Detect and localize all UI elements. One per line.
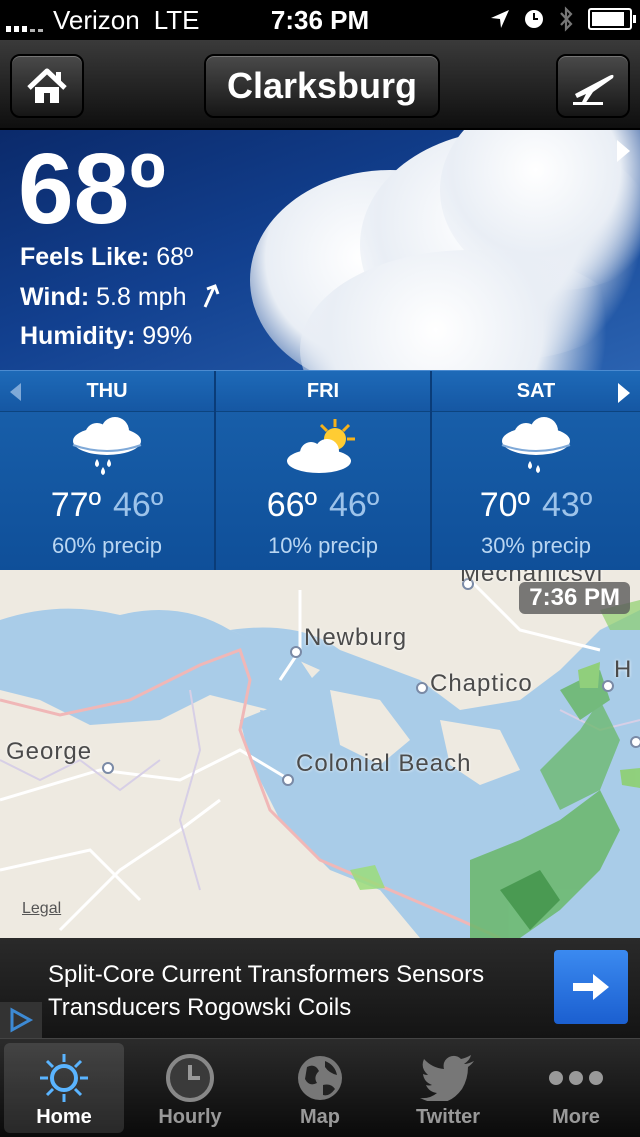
forecast-day-name: SAT	[432, 371, 640, 412]
sun-icon	[40, 1054, 88, 1102]
alarm-icon	[525, 10, 543, 28]
forecast-precip: 10% precip	[267, 533, 379, 558]
rain-cloud-icon	[72, 417, 142, 475]
globe-icon	[298, 1056, 342, 1100]
legal-link[interactable]: Legal	[22, 900, 61, 918]
city-selector-button[interactable]: Clarksburg	[204, 54, 440, 118]
location-icon	[491, 10, 509, 28]
arrow-right-icon	[573, 974, 609, 1000]
forecast-precip: 30% precip	[480, 533, 592, 558]
map-label: Chaptico	[430, 670, 533, 697]
forecast-day-name: FRI	[216, 371, 430, 412]
tab-label: Twitter	[415, 1106, 481, 1128]
tab-home[interactable]: Home	[4, 1043, 124, 1133]
forecast-strip: THU 77º 46º 60% precip FRI 66º 46º 10% pre…	[0, 370, 640, 571]
forecast-precip: 60% precip	[51, 533, 163, 558]
wind-row: Wind: 5.8 mph	[20, 283, 223, 312]
forecast-next-arrow-icon[interactable]	[618, 383, 630, 403]
flight-button[interactable]	[556, 54, 630, 118]
forecast-low: 46º	[329, 486, 380, 524]
humidity-row: Humidity: 99%	[20, 322, 192, 351]
forecast-low: 46º	[113, 486, 164, 524]
tab-bar: Home Hourly Map Twitter More	[0, 1038, 640, 1137]
wind-value: 5.8 mph	[96, 283, 187, 311]
tab-hourly[interactable]: Hourly	[130, 1043, 250, 1133]
forecast-high: 77º	[50, 486, 101, 524]
house-icon	[27, 68, 67, 103]
feels-like-label: Feels Like:	[20, 243, 150, 271]
twitter-bird-icon	[420, 1055, 474, 1101]
home-button[interactable]	[10, 54, 84, 118]
forecast-high: 66º	[266, 486, 317, 524]
airplane-icon	[573, 74, 614, 105]
feels-like-value: 68º	[156, 243, 194, 271]
bluetooth-icon	[560, 6, 573, 32]
map-timestamp: 7:36 PM	[519, 582, 630, 614]
adchoices-icon[interactable]	[0, 1002, 42, 1038]
tab-map[interactable]: Map	[260, 1043, 380, 1133]
radar-map[interactable]: Mechanicsvi Newburg Chaptico George Colo…	[0, 570, 640, 938]
forecast-prev-arrow-icon[interactable]	[10, 383, 21, 401]
wind-label: Wind:	[20, 283, 90, 311]
forecast-high: 70º	[479, 486, 530, 524]
ad-banner[interactable]: Split-Core Current Transformers Sensors …	[0, 938, 640, 1038]
tab-label: Hourly	[158, 1106, 222, 1128]
forecast-day-name: THU	[0, 371, 214, 412]
current-conditions[interactable]: 68º Feels Like: 68º Wind: 5.8 mph Humidi…	[0, 130, 640, 370]
battery-icon	[588, 8, 636, 30]
wind-direction-icon	[204, 284, 220, 308]
forecast-day[interactable]: FRI 66º 46º 10% precip	[216, 371, 432, 571]
next-arrow-icon[interactable]	[617, 140, 630, 162]
map-label: Colonial Beach	[296, 750, 472, 777]
tab-label: Home	[36, 1106, 92, 1128]
clock-icon	[166, 1054, 214, 1102]
status-bar: Verizon LTE 7:36 PM	[0, 0, 640, 40]
tab-twitter[interactable]: Twitter	[388, 1043, 508, 1133]
map-label: Newburg	[304, 624, 408, 651]
partly-sunny-icon	[287, 419, 355, 473]
nav-bar: Clarksburg	[0, 40, 640, 130]
feels-like-row: Feels Like: 68º	[20, 243, 193, 272]
ad-text: Split-Core Current Transformers Sensors …	[48, 961, 485, 1021]
current-temperature: 68º	[18, 133, 166, 245]
forecast-day[interactable]: SAT 70º 43º 30% precip	[432, 371, 640, 571]
forecast-day[interactable]: THU 77º 46º 60% precip	[0, 371, 216, 571]
tab-more[interactable]: More	[516, 1043, 636, 1133]
humidity-label: Humidity:	[20, 322, 136, 350]
rain-cloud-icon	[501, 417, 571, 473]
more-dots-icon	[549, 1071, 603, 1085]
tab-label: Map	[300, 1106, 340, 1128]
map-label: George	[6, 738, 93, 765]
tab-label: More	[552, 1106, 600, 1128]
map-label: H	[614, 656, 633, 683]
forecast-low: 43º	[542, 486, 593, 524]
ad-open-button[interactable]	[554, 950, 628, 1024]
humidity-value: 99%	[142, 322, 193, 350]
